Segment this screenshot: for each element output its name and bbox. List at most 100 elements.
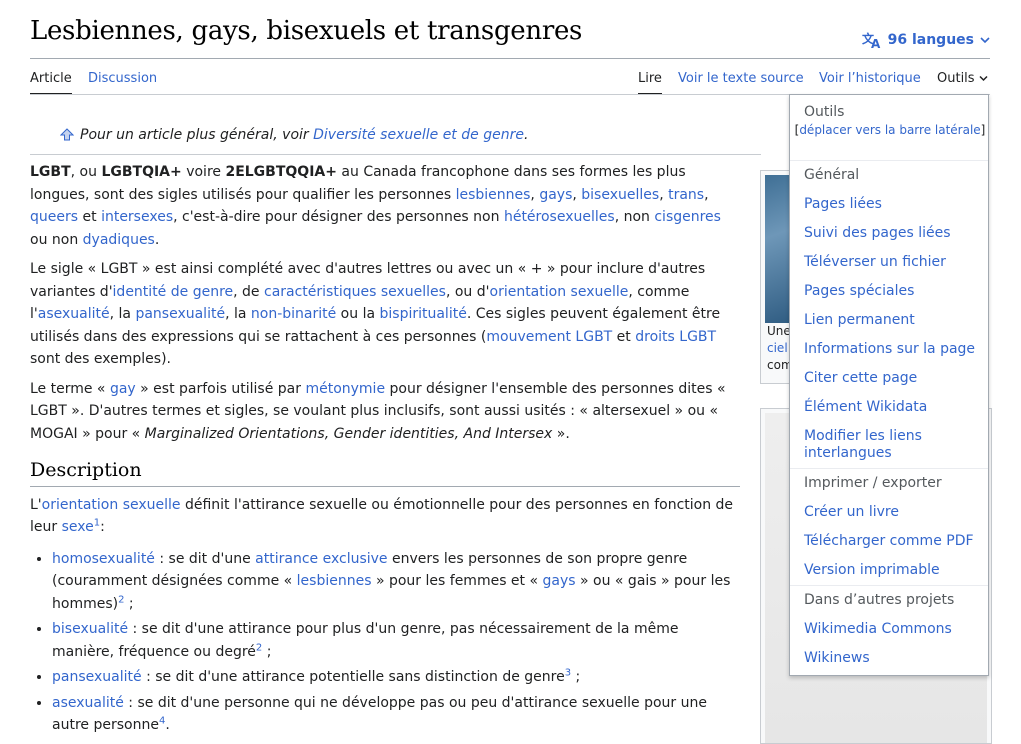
menu-item-wikidata[interactable]: Élément Wikidata [804, 399, 927, 416]
menu-item-liens-interlangues[interactable]: Modifier les liens interlangues [804, 428, 979, 462]
text: » pour les femmes et « [371, 573, 543, 589]
menu-item-lien-permanent[interactable]: Lien permanent [804, 312, 915, 329]
tab-history[interactable]: Voir l’historique [819, 71, 921, 93]
link-cisgenres[interactable]: cisgenres [654, 209, 721, 225]
text: : [100, 519, 105, 535]
text: , c'est-à-dire pour désigner des personn… [173, 209, 504, 225]
text: , ou d' [445, 283, 490, 300]
link-asexualite[interactable]: asexualité [52, 695, 124, 711]
link-orientation-sexuelle[interactable]: orientation sexuelle [490, 284, 629, 300]
tab-article[interactable]: Article [30, 71, 72, 95]
text: L' [30, 496, 42, 513]
link-pansexualite[interactable]: pansexualité [135, 306, 225, 322]
link-droits-lgbt[interactable]: droits LGBT [635, 329, 716, 345]
tools-dropdown-button[interactable]: Outils [937, 71, 988, 93]
tools-label: Outils [937, 71, 975, 86]
link-identite-de-genre[interactable]: identité de genre [113, 284, 234, 300]
italic-text: Marginalized Orientations, Gender identi… [144, 425, 553, 442]
section-intro: L'orientation sexuelle définit l'attiran… [30, 494, 740, 539]
tab-discussion[interactable]: Discussion [88, 71, 157, 93]
text: . [154, 231, 160, 248]
link-gays[interactable]: gays [539, 187, 572, 203]
infobox-figure: Une ciel com [760, 170, 792, 384]
menu-item-televerser[interactable]: Téléverser un fichier [804, 254, 946, 271]
menu-item-wikinews[interactable]: Wikinews [804, 650, 870, 667]
languages-button[interactable]: 文A 96 langues [862, 31, 990, 49]
move-to-sidebar: [déplacer vers la barre latérale] [794, 123, 986, 137]
text: » est parfois utilisé par [135, 380, 306, 397]
text: , ou [70, 164, 102, 180]
menu-item-suivi-pages-liees[interactable]: Suivi des pages liées [804, 225, 951, 242]
intro-paragraph: LGBT, ou LGBTQIA+ voire 2ELGBTQQIA+ au C… [30, 161, 740, 251]
menu-item-version-imprimable[interactable]: Version imprimable [804, 562, 940, 579]
text: Le terme « [30, 380, 110, 397]
text: , [704, 186, 709, 203]
translate-icon: 文A [862, 31, 882, 49]
menu-item-citer[interactable]: Citer cette page [804, 370, 917, 387]
link-queers[interactable]: queers [30, 209, 78, 225]
link-homosexualite[interactable]: homosexualité [52, 551, 155, 567]
text: , la [225, 306, 251, 322]
link-metonymie[interactable]: métonymie [305, 381, 385, 397]
link-lesbiennes[interactable]: lesbiennes [456, 187, 531, 203]
menu-item-pdf[interactable]: Télécharger comme PDF [804, 533, 974, 550]
tools-menu-header: Outils [804, 104, 845, 120]
article-body: LGBT, ou LGBTQIA+ voire 2ELGBTQQIA+ au C… [30, 161, 740, 740]
text: : se dit d'une [154, 550, 256, 567]
list-item: homosexualité : se dit d'une attirance e… [52, 548, 740, 616]
link-gays[interactable]: gays [543, 573, 576, 589]
list-item: pansexualité : se dit d'une attirance po… [52, 666, 740, 689]
link-trans[interactable]: trans [668, 187, 704, 203]
move-to-sidebar-link[interactable]: déplacer vers la barre latérale [799, 123, 980, 137]
hatnote-text: Pour un article plus général, voir [80, 127, 314, 143]
chevron-down-icon [979, 75, 988, 82]
text: , [659, 186, 669, 203]
menu-item-creer-livre[interactable]: Créer un livre [804, 504, 899, 521]
link-heterosexuelles[interactable]: hétérosexuelles [504, 209, 615, 225]
text: ; [262, 643, 272, 660]
group-other-projects: Dans d’autres projets [804, 592, 955, 608]
hatnote: Pour un article plus général, voir Diver… [59, 127, 528, 145]
bold-term: LGBTQIA+ [101, 164, 182, 180]
text: , non [614, 209, 655, 225]
menu-item-informations[interactable]: Informations sur la page [804, 341, 975, 358]
menu-item-pages-liees[interactable]: Pages liées [804, 196, 882, 213]
text: ; [571, 669, 581, 685]
languages-label: 96 langues [887, 32, 974, 48]
text: , [530, 186, 540, 203]
tab-read[interactable]: Lire [638, 71, 662, 95]
link-bisexualite[interactable]: bisexualité [52, 621, 128, 637]
menu-item-commons[interactable]: Wikimedia Commons [804, 621, 952, 638]
svg-text:A: A [871, 37, 881, 49]
hatnote-link[interactable]: Diversité sexuelle et de genre [313, 127, 524, 143]
paragraph-2: Le sigle « LGBT » est ainsi complété ave… [30, 258, 740, 371]
link-intersexes[interactable]: intersexes [101, 209, 173, 225]
text: et [78, 209, 102, 225]
link-pansexualite[interactable]: pansexualité [52, 669, 142, 685]
link-sexe[interactable]: sexe [62, 519, 94, 535]
text: , de [233, 283, 264, 300]
bold-term: 2ELGBTQQIA+ [225, 164, 337, 180]
list-item: asexualité : se dit d'une personne qui n… [52, 692, 740, 737]
menu-item-pages-speciales[interactable]: Pages spéciales [804, 283, 914, 300]
chevron-down-icon [980, 36, 990, 44]
link-bisexuelles[interactable]: bisexuelles [581, 187, 659, 203]
flag-image[interactable] [765, 175, 791, 323]
paragraph-3: Le terme « gay » est parfois utilisé par… [30, 378, 740, 446]
text: ou la [336, 306, 380, 322]
title-divider [30, 58, 990, 59]
text: : se dit d'une attirance pour plus d'un … [52, 621, 679, 660]
link-dyadiques[interactable]: dyadiques [83, 232, 155, 248]
tab-view-source[interactable]: Voir le texte source [678, 71, 804, 93]
link-attirance-exclusive[interactable]: attirance exclusive [255, 551, 387, 567]
link-mouvement-lgbt[interactable]: mouvement LGBT [486, 329, 612, 345]
link-bispiritualite[interactable]: bispiritualité [380, 306, 467, 322]
tools-menu: Outils [déplacer vers la barre latérale]… [789, 94, 989, 676]
link-lesbiennes[interactable]: lesbiennes [297, 573, 372, 589]
text: : se dit d'une attirance potentielle san… [141, 669, 565, 685]
link-asexualite[interactable]: asexualité [38, 306, 110, 322]
link-non-binarite[interactable]: non-binarité [251, 306, 336, 322]
link-gay[interactable]: gay [110, 381, 136, 397]
link-caracteristiques-sexuelles[interactable]: caractéristiques sexuelles [264, 284, 446, 300]
link-orientation-sexuelle[interactable]: orientation sexuelle [42, 497, 181, 513]
